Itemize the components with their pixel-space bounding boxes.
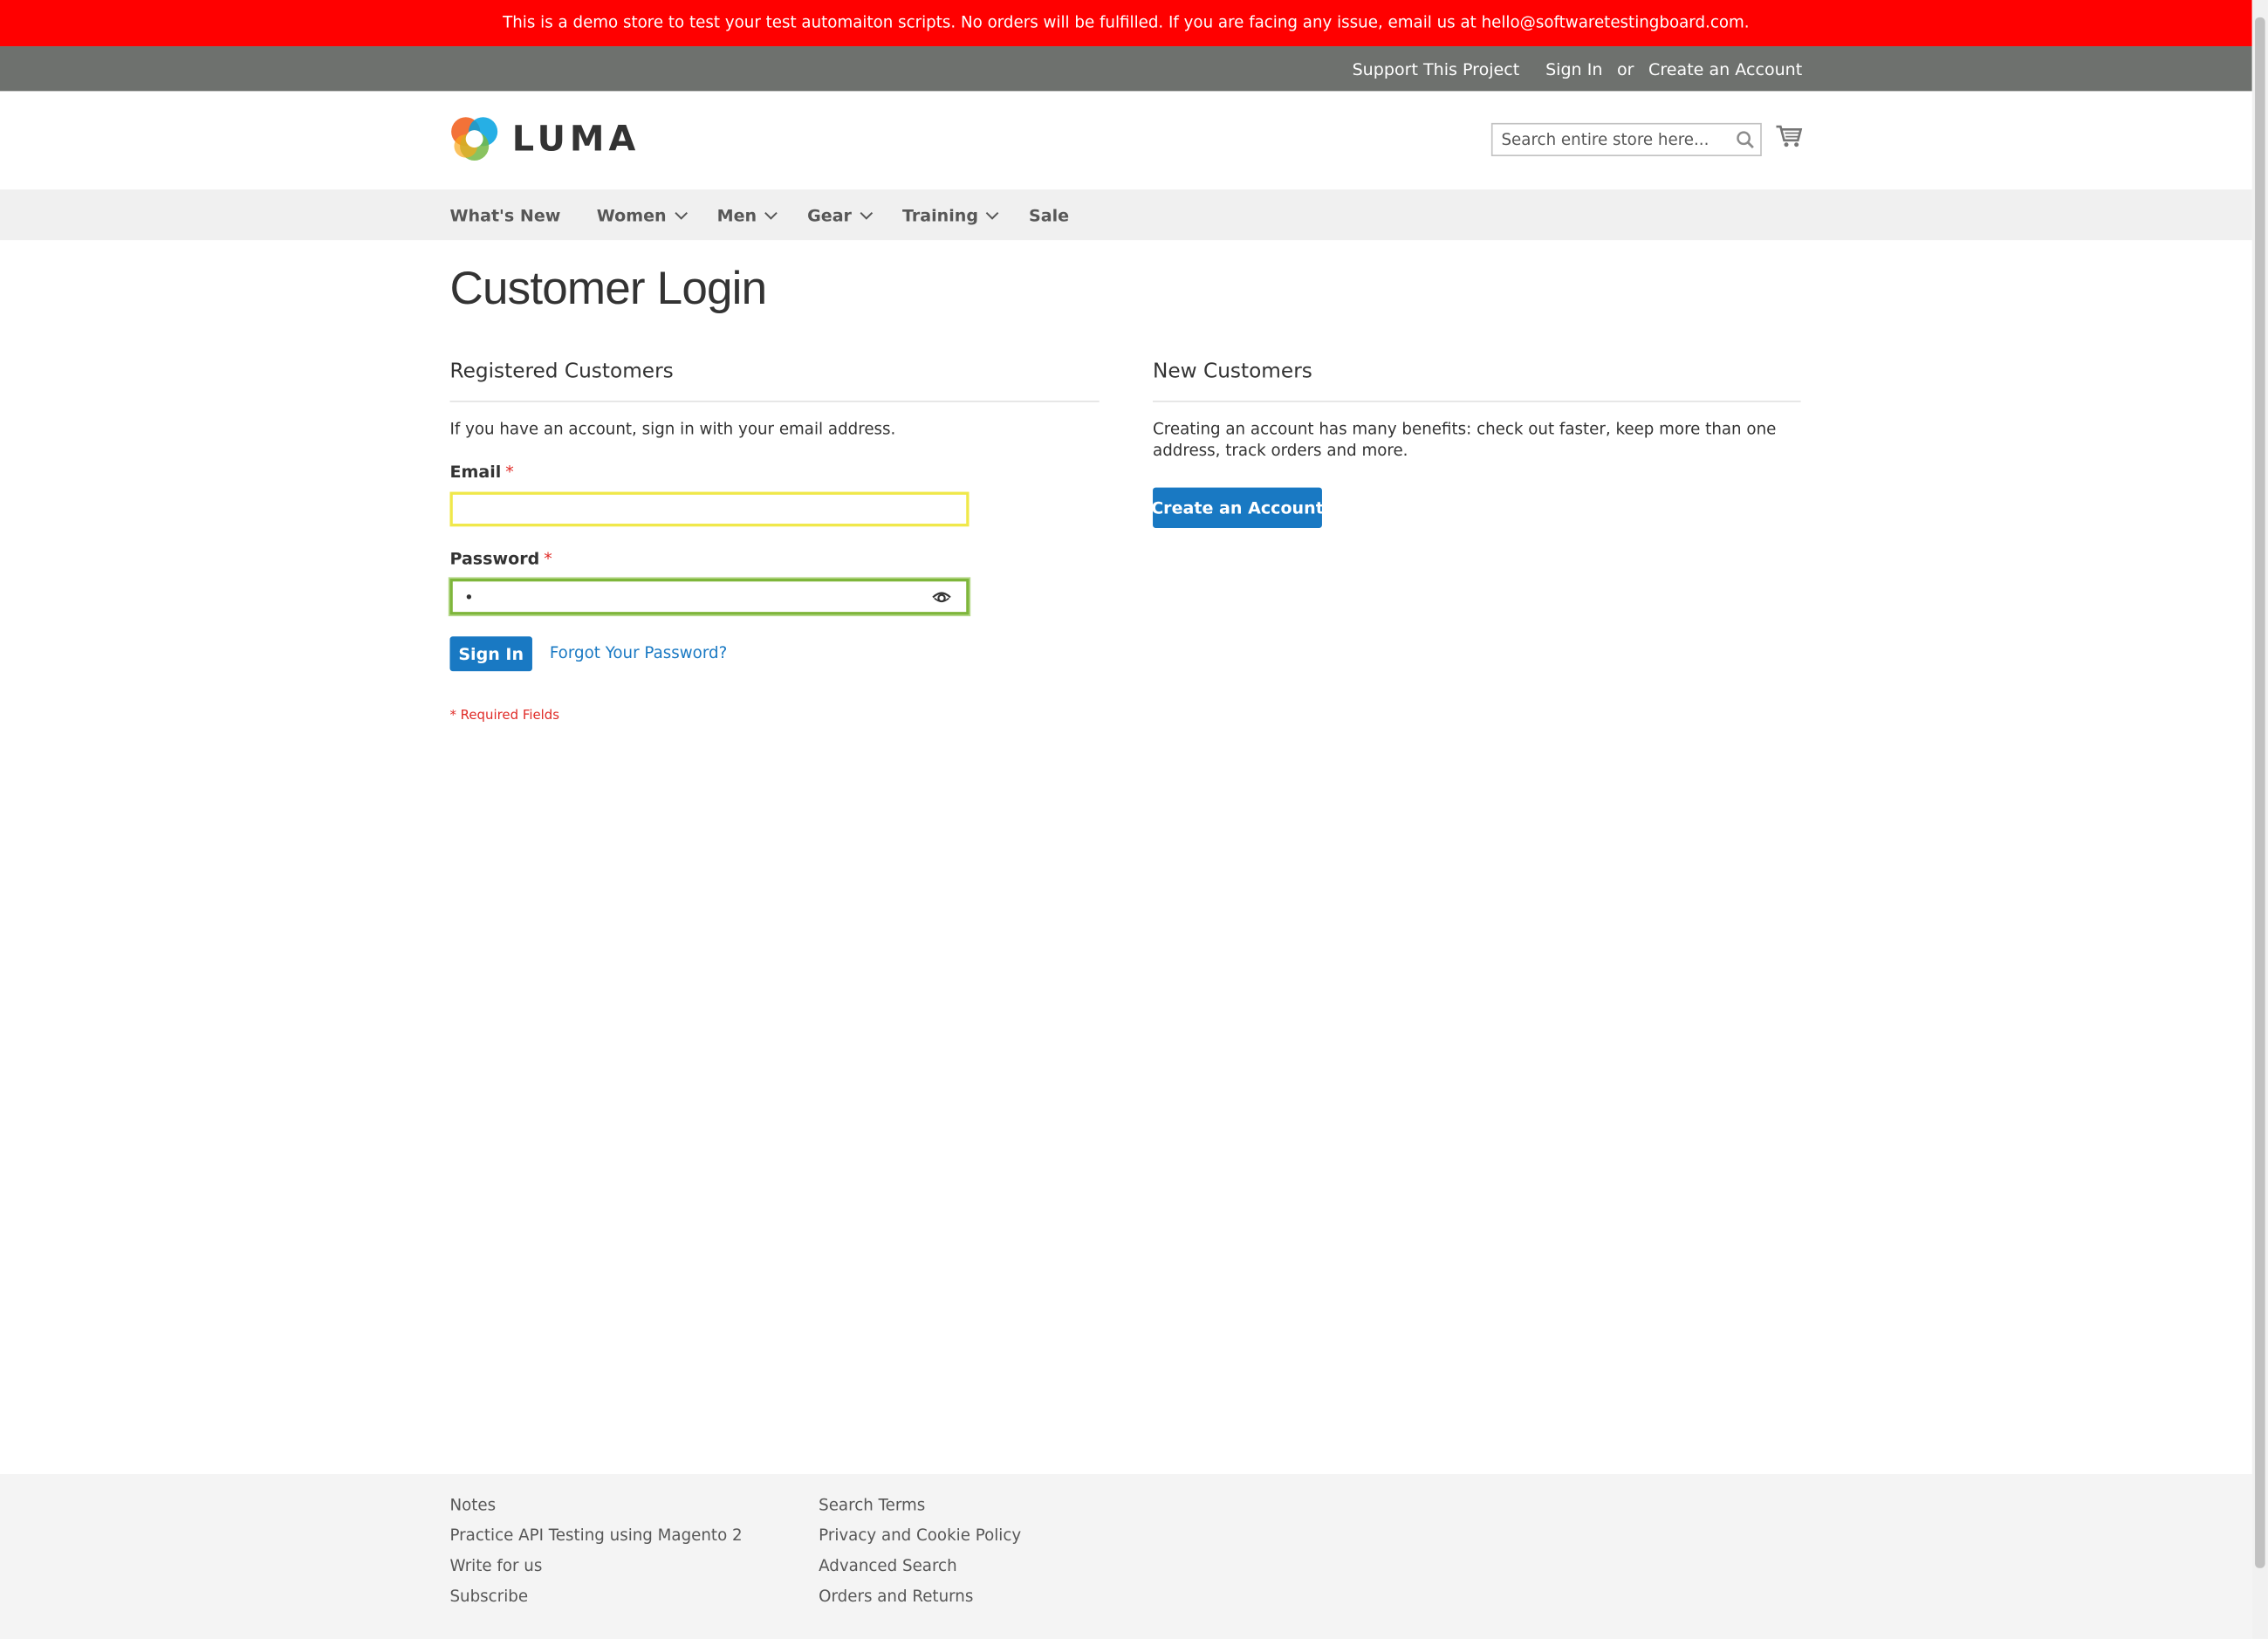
nav-item-gear[interactable]: Gear [807, 205, 874, 225]
show-password-eye-icon[interactable] [931, 590, 951, 605]
footer-link-search-terms[interactable]: Search Terms [819, 1496, 1021, 1526]
footer-link-notes[interactable]: Notes [449, 1496, 742, 1526]
registered-customers-title: Registered Customers [449, 360, 674, 384]
nav-label: Gear [807, 204, 852, 225]
chevron-down-icon [674, 211, 688, 219]
demo-notice: This is a demo store to test your test a… [0, 0, 2252, 47]
footer-links-col-1: Notes Practice API Testing using Magento… [449, 1496, 742, 1617]
email-field-wrapper [449, 491, 970, 527]
search-icon[interactable] [1736, 130, 1755, 149]
chevron-down-icon [860, 211, 873, 219]
forgot-password-link[interactable]: Forgot Your Password? [550, 644, 727, 663]
luma-logo-icon [451, 117, 498, 161]
nav-label: Women [596, 204, 667, 225]
logo-text: LUMA [511, 118, 641, 160]
footer-link-orders-returns[interactable]: Orders and Returns [819, 1587, 1021, 1617]
password-field-wrapper [449, 579, 970, 615]
footer: Notes Practice API Testing using Magento… [0, 1473, 2252, 1639]
footer-link-api-testing[interactable]: Practice API Testing using Magento 2 [449, 1526, 742, 1557]
chevron-down-icon [986, 211, 999, 219]
nav-label: Sale [1029, 204, 1070, 225]
email-label-text: Email [449, 461, 502, 482]
search-box [1490, 122, 1762, 157]
support-project-link[interactable]: Support This Project [1353, 58, 1520, 79]
nav-label: Men [716, 204, 757, 225]
password-label: Password * [449, 548, 552, 568]
footer-links-col-2: Search Terms Privacy and Cookie Policy A… [819, 1496, 1021, 1617]
sign-in-button[interactable]: Sign In [449, 636, 532, 672]
nav-item-women[interactable]: Women [597, 205, 689, 225]
email-field[interactable] [452, 497, 967, 526]
scrollbar-thumb[interactable] [2255, 17, 2265, 1568]
footer-link-write-for-us[interactable]: Write for us [449, 1556, 742, 1587]
page: This is a demo store to test your test a… [0, 0, 2268, 1639]
required-fields-note: * Required Fields [449, 709, 560, 723]
password-field[interactable] [452, 582, 967, 614]
nav-item-sale[interactable]: Sale [1029, 205, 1069, 225]
nav-label: Training [901, 204, 979, 225]
search-input[interactable] [1492, 124, 1730, 155]
nav-item-men[interactable]: Men [717, 205, 778, 225]
required-asterisk: * [544, 548, 552, 569]
required-asterisk: * [505, 461, 514, 482]
login-intro-text: If you have an account, sign in with you… [449, 419, 896, 439]
divider [1153, 401, 1801, 402]
scrollbar[interactable] [2251, 0, 2268, 1639]
header-links: Support This Project Sign In or Create a… [1353, 46, 1803, 91]
create-account-button[interactable]: Create an Account [1151, 487, 1324, 528]
chevron-down-icon [764, 211, 778, 219]
footer-link-advanced-search[interactable]: Advanced Search [819, 1556, 1021, 1587]
divider [449, 401, 1100, 402]
nav-label: What's New [449, 204, 561, 225]
nav-item-whats-new[interactable]: What's New [449, 205, 560, 225]
email-label: Email * [449, 462, 513, 482]
footer-link-subscribe[interactable]: Subscribe [449, 1587, 742, 1617]
new-customers-title: New Customers [1153, 360, 1312, 384]
password-label-text: Password [449, 548, 540, 569]
main-navigation: What's New Women Men Gear Training Sale [0, 189, 2252, 241]
nav-item-training[interactable]: Training [902, 205, 1000, 225]
create-account-link[interactable]: Create an Account [1648, 58, 1802, 79]
sign-in-link[interactable]: Sign In [1545, 58, 1602, 79]
footer-link-privacy[interactable]: Privacy and Cookie Policy [819, 1526, 1021, 1557]
top-header-bar: Support This Project Sign In or Create a… [0, 46, 2252, 92]
cart-icon[interactable] [1776, 125, 1803, 148]
or-text: or [1616, 58, 1634, 79]
logo[interactable]: LUMA [449, 114, 640, 163]
new-customers-text: Creating an account has many benefits: c… [1153, 419, 1777, 461]
header-main: LUMA [0, 91, 2252, 190]
page-title: Customer Login [449, 262, 767, 314]
